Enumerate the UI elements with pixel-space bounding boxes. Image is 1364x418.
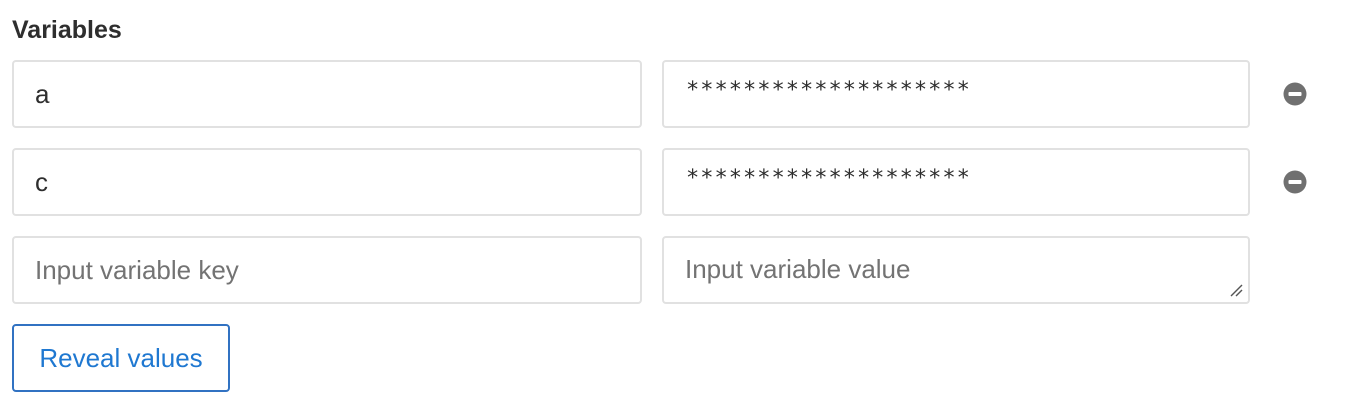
- new-variable-value-placeholder: Input variable value: [685, 254, 911, 284]
- minus-circle-icon: [1283, 170, 1307, 194]
- section-title: Variables: [12, 16, 122, 44]
- variable-key-field[interactable]: c: [12, 148, 642, 216]
- minus-circle-icon: [1283, 82, 1307, 106]
- remove-variable-button[interactable]: [1283, 82, 1307, 106]
- variable-value-field[interactable]: ********************: [662, 60, 1250, 128]
- variable-value-field[interactable]: ********************: [662, 148, 1250, 216]
- new-variable-key-input[interactable]: Input variable key: [12, 236, 642, 304]
- remove-variable-button[interactable]: [1283, 170, 1307, 194]
- variable-key-field[interactable]: a: [12, 60, 642, 128]
- resize-handle-icon[interactable]: [1229, 283, 1243, 297]
- reveal-values-button[interactable]: Reveal values: [12, 324, 230, 392]
- new-variable-value-input[interactable]: Input variable value: [662, 236, 1250, 304]
